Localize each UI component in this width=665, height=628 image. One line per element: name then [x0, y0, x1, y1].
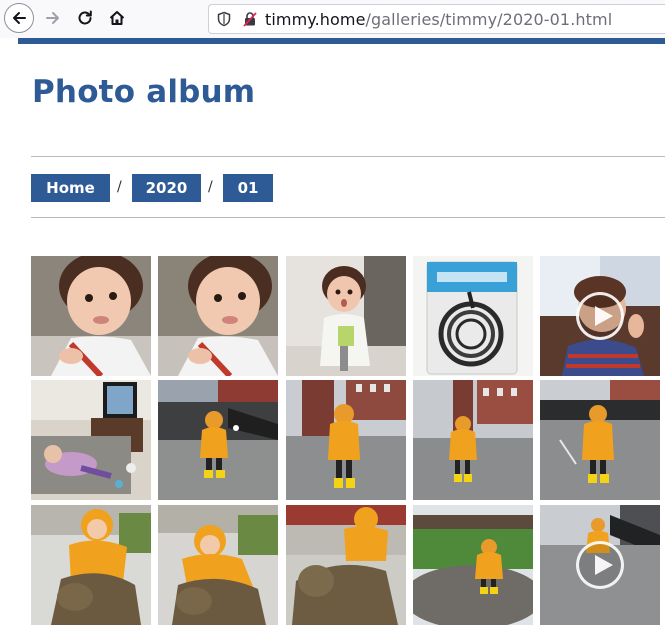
photo-girl-closeup-2[interactable]: [158, 256, 278, 376]
photo-child-bear-statue-2[interactable]: [158, 505, 278, 625]
video-boy-couch[interactable]: [540, 256, 660, 376]
divider-bottom: [31, 217, 665, 218]
back-arrow-icon[interactable]: [4, 3, 34, 33]
browser-toolbar: timmy.home/galleries/timmy/2020-01.html: [0, 0, 665, 38]
photo-child-rain-4[interactable]: [540, 380, 660, 500]
play-icon: [576, 541, 624, 589]
breadcrumb-separator: /: [117, 179, 122, 195]
insecure-lock-icon[interactable]: [239, 8, 261, 30]
video-child-walkway[interactable]: [540, 505, 660, 625]
header-accent-bar: [18, 38, 665, 44]
photo-cable-package[interactable]: [413, 256, 533, 376]
play-icon: [576, 292, 624, 340]
photo-child-rain-2[interactable]: [286, 380, 406, 500]
url-host: timmy.home: [265, 9, 366, 29]
breadcrumb-separator: /: [208, 179, 213, 195]
photo-child-rain-3[interactable]: [413, 380, 533, 500]
reload-icon[interactable]: [70, 3, 100, 33]
url-text: timmy.home/galleries/timmy/2020-01.html: [265, 10, 612, 29]
breadcrumb-home[interactable]: Home: [31, 174, 110, 202]
breadcrumb-year[interactable]: 2020: [132, 174, 201, 202]
photo-child-on-rug[interactable]: [31, 380, 151, 500]
photo-girl-kitchen[interactable]: [286, 256, 406, 376]
photo-child-rain-1[interactable]: [158, 380, 278, 500]
home-icon[interactable]: [102, 3, 132, 33]
photo-child-bear-statue-1[interactable]: [31, 505, 151, 625]
photo-child-puddle-park[interactable]: [413, 505, 533, 625]
url-path: /galleries/timmy/2020-01.html: [365, 9, 613, 29]
photo-child-bear-statue-3[interactable]: [286, 505, 406, 625]
breadcrumb-month[interactable]: 01: [223, 174, 273, 202]
shield-icon[interactable]: [213, 8, 235, 30]
photo-girl-closeup[interactable]: [31, 256, 151, 376]
divider-top: [31, 156, 665, 157]
forward-arrow-icon[interactable]: [38, 3, 68, 33]
page-title: Photo album: [32, 74, 256, 110]
address-bar[interactable]: timmy.home/galleries/timmy/2020-01.html: [208, 4, 665, 34]
